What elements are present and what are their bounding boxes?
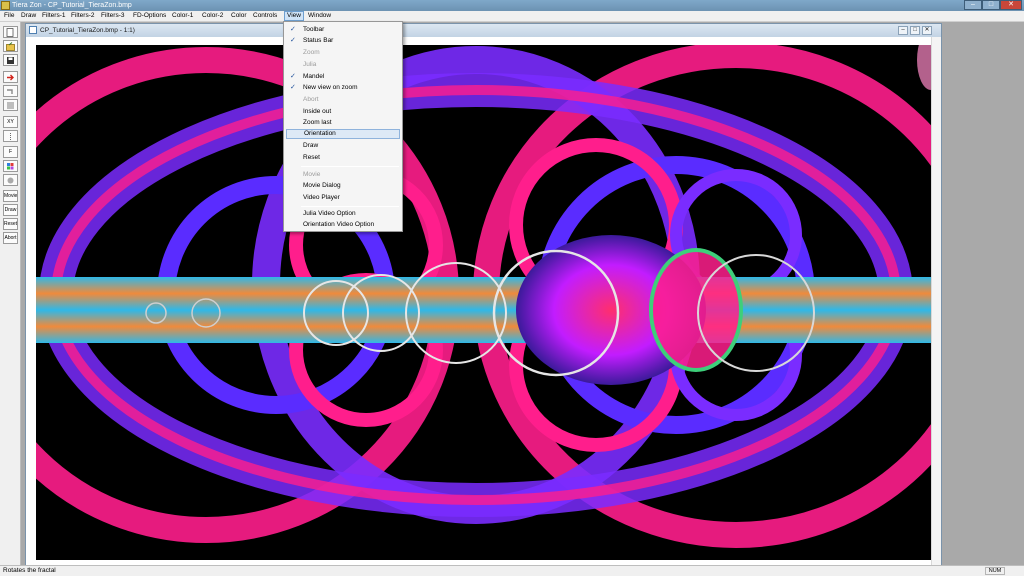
menu-item-label: Status Bar (303, 37, 334, 44)
maximize-button[interactable]: □ (982, 0, 1000, 10)
stop-button[interactable] (3, 99, 18, 111)
menu-view[interactable]: View (284, 11, 304, 21)
reset-button[interactable]: Reset (3, 218, 18, 230)
app-icon (1, 1, 10, 10)
menubar: File Draw Filters-1 Filters-2 Filters-3 … (0, 11, 1024, 22)
document-icon (29, 26, 37, 34)
menu-separator (301, 166, 399, 167)
doc-maximize-button[interactable]: □ (910, 26, 920, 35)
xy-button[interactable]: XY (3, 116, 18, 128)
menu-window[interactable]: Window (308, 11, 331, 21)
open-icon (6, 42, 15, 51)
open-button[interactable] (3, 40, 18, 52)
menu-item-status-bar[interactable]: ✓ Status Bar (286, 36, 400, 46)
doc-close-button[interactable]: ✕ (922, 26, 932, 35)
menu-item-label: Mandel (303, 73, 325, 80)
f-button[interactable]: F (3, 146, 18, 158)
menu-item-label: Orientation Video Option (303, 221, 375, 228)
status-message: Rotates the fractal (3, 567, 56, 574)
dot-button[interactable] (3, 174, 18, 186)
stop-icon (7, 102, 14, 109)
zoom-button[interactable] (3, 130, 18, 142)
menu-fd-options[interactable]: FD-Options (133, 11, 166, 21)
check-icon: ✓ (290, 26, 296, 33)
menu-item-zoom-last[interactable]: Zoom last (286, 118, 400, 128)
status-bar: Rotates the fractal NUM (0, 565, 1024, 576)
menu-item-label: Abort (303, 96, 319, 103)
menu-item-label: Inside out (303, 108, 332, 115)
close-button[interactable]: ✕ (1000, 0, 1022, 10)
dot-icon (7, 177, 14, 184)
menu-color-2[interactable]: Color-2 (202, 11, 223, 21)
menu-item-reset[interactable]: Reset (286, 153, 400, 163)
menu-item-label: Draw (303, 142, 319, 149)
menu-item-label: Movie (303, 171, 321, 178)
menu-item-movie-dialog[interactable]: Movie Dialog (286, 181, 400, 191)
menu-draw[interactable]: Draw (21, 11, 36, 21)
document-window: CP_Tutorial_TieraZon.bmp - 1:1) – □ ✕ (25, 23, 942, 568)
undo-icon (7, 89, 13, 94)
menu-item-label: Orientation (304, 130, 336, 137)
zoom-icon (10, 133, 11, 140)
menu-item-label: New view on zoom (303, 84, 358, 91)
menu-item-label: Zoom (303, 49, 320, 56)
num-lock-indicator: NUM (985, 567, 1005, 575)
window-titlebar: Tiera Zon - CP_Tutorial_TieraZon.bmp – □… (0, 0, 1024, 11)
menu-controls[interactable]: Controls (253, 11, 277, 21)
menu-item-draw[interactable]: Draw (286, 141, 400, 151)
menu-item-label: Julia (303, 61, 317, 68)
check-icon: ✓ (290, 37, 296, 44)
arrow-icon (7, 74, 14, 81)
menu-item-label: Reset (303, 154, 320, 161)
menu-item-inside-out[interactable]: Inside out (286, 107, 400, 117)
menu-color[interactable]: Color (231, 11, 247, 21)
menu-filters-3[interactable]: Filters-3 (101, 11, 124, 21)
new-icon (6, 28, 14, 37)
check-icon: ✓ (290, 73, 296, 80)
minimize-button[interactable]: – (964, 0, 982, 10)
menu-separator (301, 206, 399, 207)
menu-item-label: Julia Video Option (303, 210, 356, 217)
save-button[interactable] (3, 54, 18, 66)
menu-filters-1[interactable]: Filters-1 (42, 11, 65, 21)
menu-item-label: Video Player (303, 194, 340, 201)
menu-item-label: Zoom last (303, 119, 332, 126)
menu-item-julia-video-option[interactable]: Julia Video Option (286, 209, 400, 219)
menu-item-orientation[interactable]: Orientation (286, 129, 400, 139)
window-title: Tiera Zon - CP_Tutorial_TieraZon.bmp (12, 2, 132, 9)
arrow-button[interactable] (3, 71, 18, 83)
save-icon (7, 57, 14, 64)
movie-button[interactable]: Movie (3, 190, 18, 202)
new-button[interactable] (3, 26, 18, 38)
menu-item-orientation-video-option[interactable]: Orientation Video Option (286, 220, 400, 230)
left-toolbar: XY F Movie Draw Reset Abort (0, 22, 21, 565)
menu-item-label: Toolbar (303, 26, 325, 33)
menu-item-abort: Abort (286, 95, 400, 105)
menu-item-julia: Julia (286, 60, 400, 70)
palette-button[interactable] (3, 160, 18, 172)
menu-item-label: Movie Dialog (303, 182, 341, 189)
menu-item-zoom: Zoom (286, 48, 400, 58)
view-menu-dropdown: ✓ Toolbar ✓ Status Bar Zoom Julia ✓ Mand… (283, 21, 403, 232)
document-titlebar: CP_Tutorial_TieraZon.bmp - 1:1) – □ ✕ (26, 24, 941, 37)
menu-file[interactable]: File (4, 11, 14, 21)
abort-button[interactable]: Abort (3, 232, 18, 244)
vertical-scrollbar[interactable] (931, 37, 941, 567)
menu-item-mandel[interactable]: ✓ Mandel (286, 72, 400, 82)
menu-color-1[interactable]: Color-1 (172, 11, 193, 21)
fractal-image (36, 45, 931, 560)
menu-item-new-view-on-zoom[interactable]: ✓ New view on zoom (286, 83, 400, 93)
fractal-canvas[interactable] (36, 45, 931, 560)
draw-button[interactable]: Draw (3, 204, 18, 216)
palette-icon (7, 163, 14, 170)
doc-minimize-button[interactable]: – (898, 26, 908, 35)
menu-item-movie: Movie (286, 170, 400, 180)
check-icon: ✓ (290, 84, 296, 91)
menu-item-video-player[interactable]: Video Player (286, 193, 400, 203)
document-title: CP_Tutorial_TieraZon.bmp - 1:1) (40, 27, 135, 34)
menu-filters-2[interactable]: Filters-2 (71, 11, 94, 21)
menu-item-toolbar[interactable]: ✓ Toolbar (286, 25, 400, 35)
undo-button[interactable] (3, 85, 18, 97)
